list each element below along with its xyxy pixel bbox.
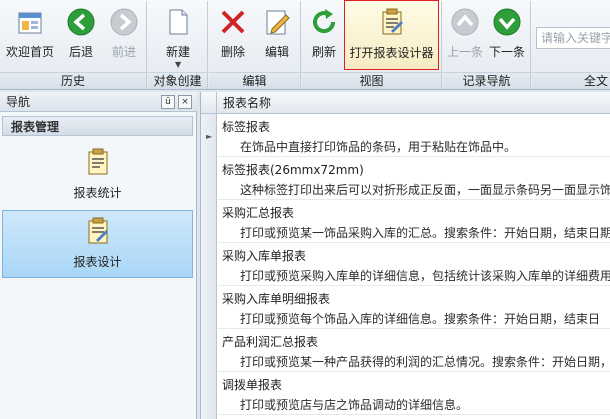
report-name: 产品利润汇总报表 — [222, 335, 319, 349]
table-row[interactable]: 采购入库单报表 打印或预览采购入库单的详细信息，包括统计该采购入库单的详细费用 — [218, 243, 610, 286]
report-designer-icon — [382, 8, 403, 35]
new-label: 新建 — [165, 45, 190, 59]
ribbon-group-view: 刷新 打开报表设计器 视图 — [302, 0, 442, 89]
welcome-button[interactable]: 欢迎首页 — [2, 3, 58, 67]
report-name: 采购汇总报表 — [222, 206, 295, 220]
edit-pencil-icon — [266, 10, 290, 35]
edit-label: 编辑 — [264, 45, 289, 59]
report-name: 采购入库单报表 — [222, 249, 307, 263]
edit-button[interactable]: 编辑 — [255, 3, 299, 67]
group-label-view: 视图 — [302, 72, 441, 89]
delete-label: 删除 — [220, 45, 245, 59]
open-report-designer-label: 打开报表设计器 — [349, 46, 434, 60]
ribbon-group-edit: 删除 编辑 编辑 — [209, 1, 301, 89]
delete-x-icon — [221, 10, 245, 34]
new-button[interactable]: 新建 ▼ — [150, 3, 206, 69]
table-row[interactable]: 标签报表(26mmx72mm) 这种标签打印出来后可以对折形成正反面，一面显示条… — [218, 157, 610, 200]
pin-icon[interactable]: ū — [161, 95, 175, 109]
next-record-button[interactable]: 下一条 — [485, 3, 529, 67]
report-name: 标签报表(26mmx72mm) — [222, 163, 364, 177]
nav-item-report-statistics[interactable]: 报表统计 — [2, 142, 193, 208]
report-designer-icon — [88, 217, 108, 244]
group-label-fulltext: 全文 — [532, 72, 610, 89]
ribbon-group-history: 欢迎首页 后退 前进 历史 — [0, 1, 147, 89]
forward-label: 前进 — [111, 45, 136, 59]
report-description: 打印或预览某一种产品获得的利润的汇总情况。搜索条件：开始日期， — [240, 355, 610, 369]
report-name: 采购入库单明细报表 — [222, 292, 331, 306]
back-button[interactable]: 后退 — [58, 3, 104, 67]
welcome-label: 欢迎首页 — [5, 45, 54, 59]
nav-item-label: 报表统计 — [73, 186, 122, 200]
report-description: 打印或预览每个饰品入库的详细信息。搜索条件：开始日期，结束日 — [240, 312, 601, 326]
nav-item-report-design[interactable]: 报表设计 — [2, 210, 193, 278]
table-row[interactable]: 标签报表 在饰品中直接打印饰品的条码，用于粘贴在饰品中。 — [218, 114, 610, 157]
report-description: 在饰品中直接打印饰品的条码，用于粘贴在饰品中。 — [240, 140, 517, 154]
next-record-label: 下一条 — [488, 45, 525, 59]
nav-section-report-management[interactable]: 报表管理 — [2, 116, 193, 136]
report-description: 打印或预览采购入库单的详细信息，包括统计该采购入库单的详细费用 — [240, 269, 610, 283]
dropdown-caret-icon: ▼ — [175, 60, 182, 69]
ribbon-group-fulltext: 请输入关键字 全文 — [532, 1, 610, 89]
clipboard-icon — [88, 148, 107, 175]
delete-button[interactable]: 删除 — [211, 3, 255, 67]
grid-rows: 标签报表 在饰品中直接打印饰品的条码，用于粘贴在饰品中。 标签报表(26mmx7… — [218, 114, 610, 415]
new-document-icon — [169, 9, 188, 35]
group-label-record-nav: 记录导航 — [443, 72, 530, 89]
nav-item-label: 报表设计 — [73, 255, 122, 269]
table-row[interactable]: 产品利润汇总报表 打印或预览某一种产品获得的利润的汇总情况。搜索条件：开始日期， — [218, 329, 610, 372]
report-grid: 报表名称 ► 标签报表 在饰品中直接打印饰品的条码，用于粘贴在饰品中。 标签报表… — [200, 92, 610, 419]
row-selector-column: ► — [201, 114, 217, 419]
back-label: 后退 — [68, 45, 93, 59]
refresh-button[interactable]: 刷新 — [304, 3, 344, 67]
prev-record-button[interactable]: 上一条 — [445, 3, 485, 67]
navigation-panel: 导航 ū × 报表管理 报表统计 报表设计 — [0, 92, 197, 419]
group-label-create: 对象创建 — [148, 72, 207, 89]
home-icon — [18, 12, 42, 34]
open-report-designer-button[interactable]: 打开报表设计器 — [344, 0, 439, 70]
table-row[interactable]: 采购入库单明细报表 打印或预览每个饰品入库的详细信息。搜索条件：开始日期，结束日 — [218, 286, 610, 329]
report-description: 打印或预览店与店之饰品调动的详细信息。 — [240, 398, 469, 412]
table-row[interactable]: 采购汇总报表 打印或预览某一饰品采购入库的汇总。搜索条件：开始日期，结束日期 — [218, 200, 610, 243]
prev-record-label: 上一条 — [446, 45, 483, 59]
column-header-report-name[interactable]: 报表名称 — [223, 92, 271, 114]
forward-button[interactable]: 前进 — [102, 3, 146, 67]
arrow-down-icon — [493, 8, 521, 36]
current-row-indicator-icon: ► — [206, 132, 213, 141]
report-description: 打印或预览某一饰品采购入库的汇总。搜索条件：开始日期，结束日期 — [240, 226, 610, 240]
group-label-edit: 编辑 — [209, 72, 300, 89]
ribbon-group-create: 新建 ▼ 对象创建 — [148, 1, 208, 89]
table-row[interactable]: 调拨单报表 打印或预览店与店之饰品调动的详细信息。 — [218, 372, 610, 415]
report-name: 标签报表 — [222, 120, 271, 134]
refresh-icon — [313, 9, 336, 34]
arrow-left-icon — [67, 8, 95, 36]
refresh-label: 刷新 — [311, 45, 336, 59]
grid-corner — [201, 92, 217, 114]
ribbon-toolbar: 欢迎首页 后退 前进 历史 新建 ▼ 对象创建 删除 编辑 编辑 刷新 打开报表… — [0, 0, 610, 90]
grid-header: 报表名称 — [201, 92, 610, 114]
nav-header: 导航 ū × — [0, 92, 197, 112]
arrow-up-icon — [451, 8, 479, 36]
report-name: 调拨单报表 — [222, 378, 283, 392]
nav-title: 导航 — [6, 95, 31, 109]
arrow-right-icon — [110, 8, 138, 36]
report-description: 这种标签打印出来后可以对折形成正反面，一面显示条码另一面显示饰 — [240, 183, 610, 197]
search-input[interactable]: 请输入关键字 — [536, 27, 610, 49]
group-label-history: 历史 — [0, 72, 146, 89]
ribbon-group-record-nav: 上一条 下一条 记录导航 — [443, 1, 531, 89]
close-icon[interactable]: × — [178, 95, 192, 109]
